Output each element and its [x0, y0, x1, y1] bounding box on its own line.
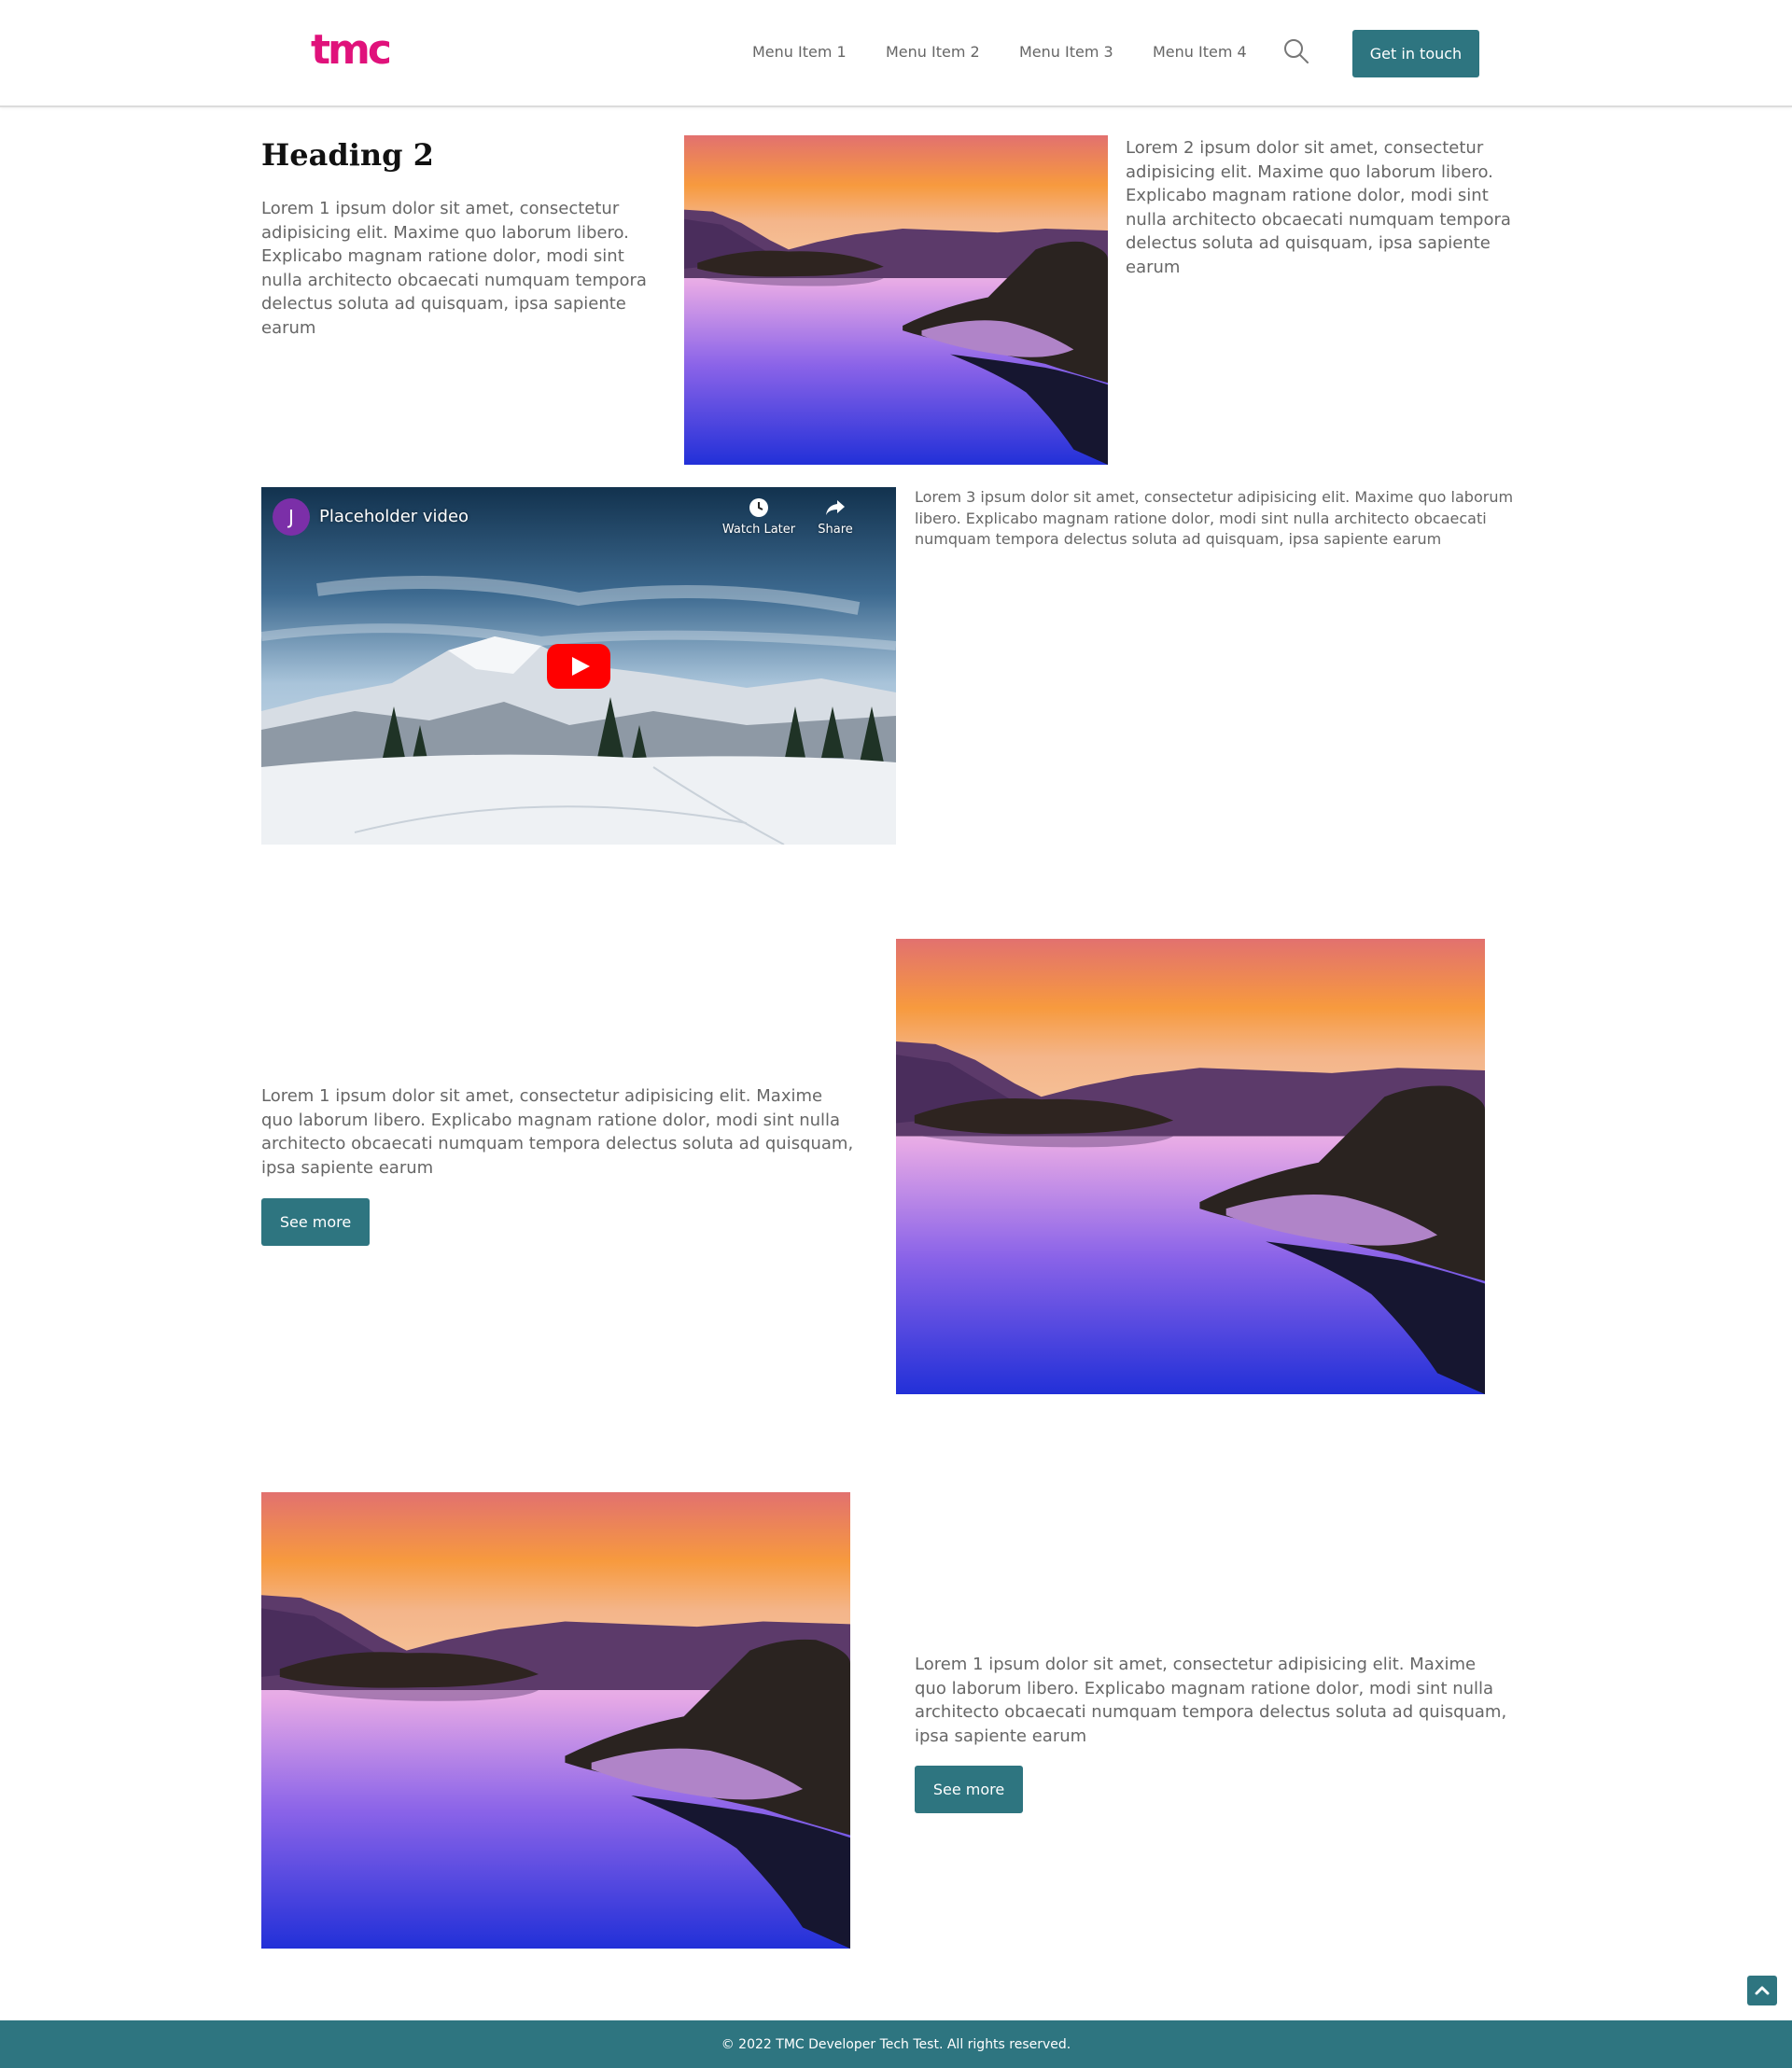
share-icon: [826, 500, 845, 515]
nav-menu-item-4[interactable]: Menu Item 4: [1153, 41, 1247, 63]
site-footer: © 2022 TMC Developer Tech Test. All righ…: [0, 2020, 1792, 2068]
section-heading: Heading 2: [261, 137, 434, 173]
watch-later-button[interactable]: Watch Later: [717, 496, 801, 537]
channel-avatar[interactable]: J: [273, 498, 310, 536]
section1-text-right: Lorem 2 ipsum dolor sit amet, consectetu…: [1126, 138, 1511, 277]
see-more-button[interactable]: See more: [915, 1766, 1023, 1813]
see-more-button[interactable]: See more: [261, 1198, 370, 1246]
share-label: Share: [818, 523, 853, 537]
get-in-touch-button[interactable]: Get in touch: [1352, 30, 1479, 77]
section4-text: Lorem 1 ipsum dolor sit amet, consectetu…: [915, 1655, 1507, 1746]
copyright-text: © 2022 TMC Developer Tech Test. All righ…: [721, 2036, 1071, 2052]
nav-menu-item-1[interactable]: Menu Item 1: [752, 41, 847, 63]
sunset-lake-image: [261, 1492, 850, 1949]
section1-text-left: Lorem 1 ipsum dolor sit amet, consectetu…: [261, 199, 647, 338]
video-title[interactable]: Placeholder video: [319, 506, 469, 528]
sunset-lake-image: [896, 939, 1485, 1394]
chevron-up-icon: [1755, 1986, 1770, 1995]
video-player[interactable]: J Placeholder video Watch Later Share: [261, 487, 896, 845]
section3-text: Lorem 1 ipsum dolor sit amet, consectetu…: [261, 1086, 854, 1178]
site-header: tmc Menu Item 1 Menu Item 2 Menu Item 3 …: [0, 0, 1792, 107]
share-button[interactable]: Share: [793, 496, 877, 537]
search-icon[interactable]: [1282, 37, 1310, 65]
play-icon[interactable]: [547, 644, 610, 689]
tmc-logo[interactable]: tmc: [311, 22, 392, 78]
nav-menu-item-2[interactable]: Menu Item 2: [886, 41, 980, 63]
watch-later-label: Watch Later: [721, 523, 796, 537]
video-side-text: Lorem 3 ipsum dolor sit amet, consectetu…: [915, 488, 1514, 548]
nav-menu-item-3[interactable]: Menu Item 3: [1019, 41, 1113, 63]
clock-icon: [749, 498, 768, 517]
back-to-top-button[interactable]: [1747, 1976, 1777, 2005]
sunset-lake-image: [684, 135, 1108, 465]
